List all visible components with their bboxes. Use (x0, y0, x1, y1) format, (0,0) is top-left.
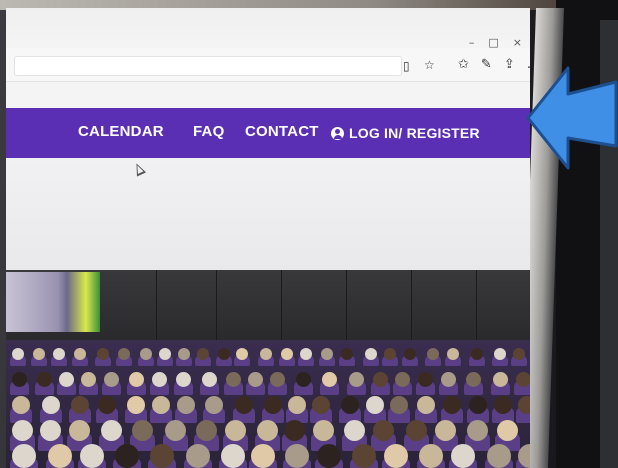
audience-head (52, 348, 65, 360)
audience-head (517, 396, 530, 414)
audience-head (80, 372, 96, 387)
audience-head (218, 348, 231, 360)
favorites-icon[interactable]: ✩ (458, 57, 469, 72)
audience-head (263, 396, 282, 414)
audience-head (295, 372, 311, 387)
audience-head (256, 420, 278, 441)
monitor-screen: – □ × ▯ ☆ ✩ ✎ ⇪ … CALENDAR FAQ CONTACT L… (6, 8, 530, 468)
share-icon[interactable]: ⇪ (504, 57, 515, 72)
audience-head (225, 372, 241, 387)
audience-head (280, 348, 293, 360)
audience-head (97, 396, 116, 414)
audience-head (234, 396, 253, 414)
audience-head (195, 420, 217, 441)
toolbar-icons: ✩ ✎ ⇪ … (458, 57, 530, 72)
audience-head (12, 396, 30, 414)
audience-head (126, 396, 145, 414)
browser-toolbar: ▯ ☆ ✩ ✎ ⇪ … (6, 48, 530, 82)
audience-head (117, 348, 130, 360)
nav-faq[interactable]: FAQ (193, 123, 224, 140)
nav-login-register[interactable]: LOG IN/ REGISTER (331, 125, 480, 141)
site-nav: CALENDAR FAQ CONTACT LOG IN/ REGISTER (6, 108, 530, 158)
audience-head (486, 444, 511, 468)
audience-head (426, 348, 439, 360)
audience-head (417, 396, 436, 414)
audience-head (364, 348, 377, 360)
audience-head (41, 396, 60, 414)
audience-head (343, 420, 365, 441)
nav-login-label: LOG IN/ REGISTER (349, 125, 480, 141)
audience-head (164, 420, 186, 441)
audience-head (132, 420, 154, 441)
star-icon[interactable]: ☆ (424, 58, 435, 72)
audience-head (394, 372, 410, 387)
audience-head (317, 444, 342, 468)
page-content-area (6, 158, 530, 270)
audience-head (348, 372, 364, 387)
nav-calendar[interactable]: CALENDAR (78, 123, 164, 140)
audience-head (12, 420, 33, 441)
audience-head (340, 396, 359, 414)
hero-image (6, 270, 530, 468)
pen-icon[interactable]: ✎ (481, 57, 492, 72)
audience-head (12, 348, 24, 360)
audience-head (39, 420, 61, 441)
audience-head (150, 444, 174, 468)
audience-head (152, 372, 168, 387)
audience-head (340, 348, 353, 360)
audience-head (365, 396, 384, 414)
audience-head (220, 444, 245, 468)
user-icon (331, 126, 344, 140)
audience-head (351, 444, 376, 468)
audience-head (516, 372, 530, 387)
audience-head (176, 372, 192, 387)
audience-head (47, 444, 72, 468)
stage-screen (6, 272, 100, 332)
audience-head (224, 420, 246, 441)
reader-icon[interactable]: ▯ (403, 59, 410, 73)
arrow-shape (526, 66, 618, 170)
audience-head (287, 396, 306, 414)
audience-head (100, 420, 122, 441)
address-bar[interactable]: ▯ (14, 56, 410, 76)
audience-head (446, 348, 459, 360)
audience-crowd (6, 340, 530, 468)
arrow-icon (526, 66, 618, 170)
audience-head (469, 396, 487, 414)
nav-contact[interactable]: CONTACT (245, 123, 319, 140)
audience-head (185, 444, 210, 468)
audience-head (12, 444, 36, 468)
audience-head (493, 396, 512, 414)
audience-head (73, 348, 86, 360)
audience-head (114, 444, 139, 468)
audience-head (284, 444, 309, 468)
audience-head (197, 348, 210, 360)
audience-head (418, 444, 443, 468)
audience-head (299, 348, 312, 360)
audience-head (36, 372, 52, 387)
audience-head (405, 420, 427, 441)
audience-head (69, 420, 91, 441)
audience-head (158, 348, 171, 360)
audience-head (470, 348, 483, 360)
audience-head (12, 372, 27, 387)
audience-head (373, 420, 395, 441)
page-header-space (6, 82, 530, 108)
audience-head (435, 420, 457, 441)
audience-head (312, 396, 330, 414)
audience-head (493, 348, 506, 360)
audience-head (450, 444, 475, 468)
audience-head (417, 372, 433, 387)
audience-head (441, 372, 457, 387)
audience-head (269, 372, 285, 387)
